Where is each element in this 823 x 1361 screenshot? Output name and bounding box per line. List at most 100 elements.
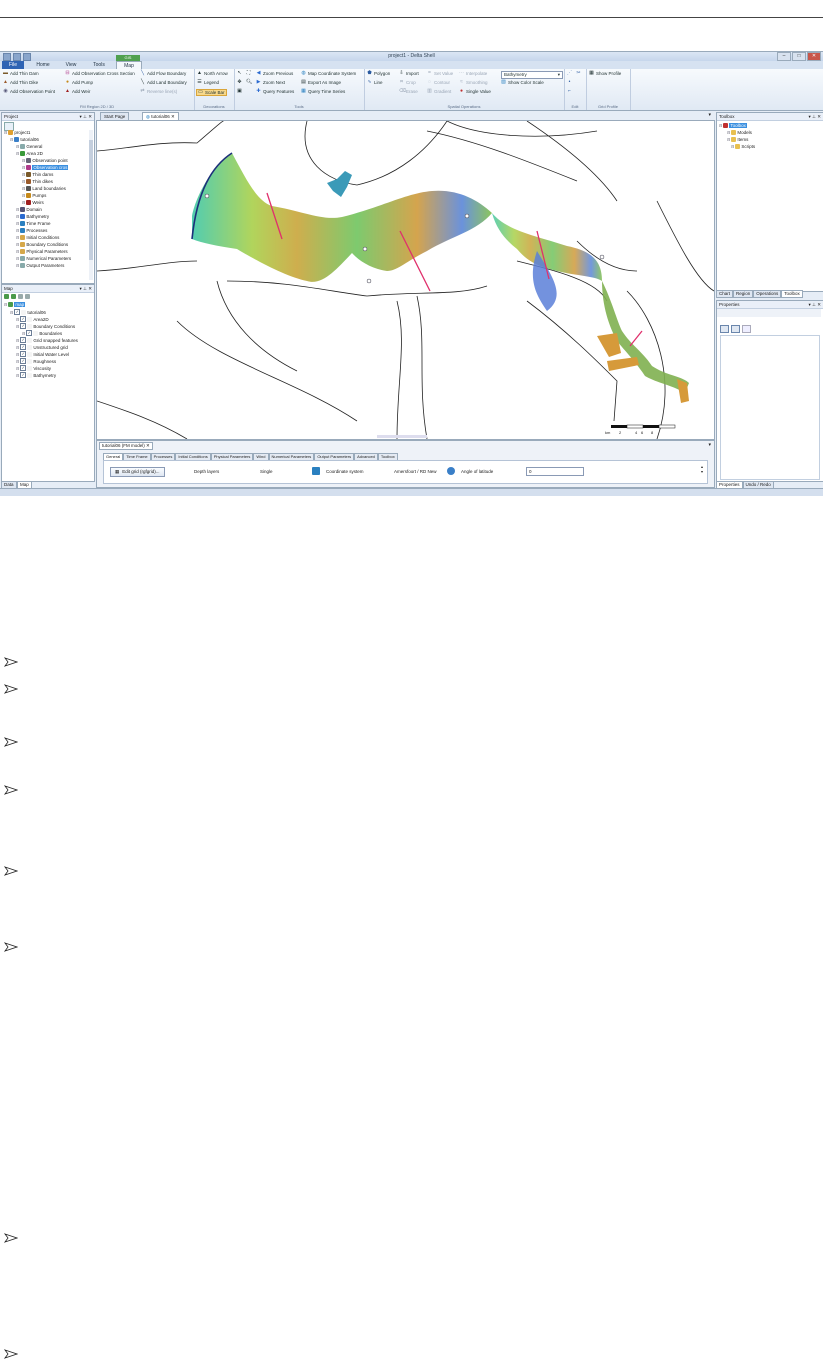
project-tree-node[interactable]: ⊟ Bathymetry xyxy=(16,214,49,219)
query-features-button[interactable]: ✚ Query Features xyxy=(256,89,294,95)
expand-toggle-icon[interactable]: ⊟ xyxy=(22,193,25,198)
editor-title-tab[interactable]: tutorial06 (FM model) ✕ xyxy=(99,442,153,450)
set-value-button[interactable]: = Set Value xyxy=(427,71,453,77)
close-button[interactable]: ✕ xyxy=(807,52,821,61)
project-tree-node[interactable]: ⊟ Pumps xyxy=(22,193,46,198)
visibility-checkbox[interactable]: ✓ xyxy=(20,344,27,350)
expand-toggle-icon[interactable]: ⊟ xyxy=(16,373,19,378)
tab-start-page[interactable]: Start Page xyxy=(100,112,130,120)
expand-toggle-icon[interactable]: ⊟ xyxy=(4,130,7,135)
expand-toggle-icon[interactable]: ⊟ xyxy=(16,228,19,233)
categorized-icon[interactable] xyxy=(720,325,729,333)
map-horizontal-scroll[interactable] xyxy=(377,435,427,438)
single-value-button[interactable]: ● Single Value xyxy=(459,89,491,95)
map-layer-node[interactable]: ⊟ ✓ Initial Water Level xyxy=(16,351,69,357)
map-coordinate-system-button[interactable]: ◍ Map Coordinate System xyxy=(301,71,356,77)
tab-operations[interactable]: Operations xyxy=(753,290,782,298)
zoom-previous-button[interactable]: ◀ Zoom Previous xyxy=(256,71,294,77)
visibility-checkbox[interactable]: ✓ xyxy=(20,351,27,357)
expand-toggle-icon[interactable]: ⊟ xyxy=(4,302,7,307)
close-icon[interactable]: ✕ xyxy=(170,114,175,119)
edit-grid-button[interactable]: ▦ Edit grid (rgfgrid)... xyxy=(110,467,165,477)
toolbox-tree-node[interactable]: ⊟ Models xyxy=(727,130,752,135)
toolbox-tree-node[interactable]: ⊟ Scripts xyxy=(731,144,755,149)
remove-vertex-tool[interactable]: ⌐ xyxy=(567,89,572,94)
maximize-button[interactable]: □ xyxy=(792,52,806,61)
expand-toggle-icon[interactable]: ⊟ xyxy=(22,186,25,191)
map-layer-node[interactable]: ⊟ ✓ Boundary Conditions xyxy=(16,323,75,329)
map-layer-node[interactable]: ⊟ ✓ Boundaries xyxy=(22,330,62,336)
edit-vertex-tool[interactable]: ⋰ xyxy=(567,71,572,76)
map-layer-node[interactable]: ⊟ ✓ Bathymetry xyxy=(16,372,56,378)
add-group-icon[interactable] xyxy=(11,294,16,299)
toolbox-tree-node[interactable]: ⊟ Items xyxy=(727,137,748,142)
expand-toggle-icon[interactable]: ⊟ xyxy=(16,366,19,371)
expand-toggle-icon[interactable]: ⊟ xyxy=(16,352,19,357)
add-observation-cross-section-button[interactable]: ⊟ Add Observation Cross Section xyxy=(65,71,134,77)
visibility-checkbox[interactable]: ✓ xyxy=(20,323,27,329)
project-tree-node[interactable]: ⊟ Area 2D xyxy=(16,151,43,156)
add-observation-point-button[interactable]: ◉ Add Observation Point xyxy=(3,89,55,95)
map-layer-node[interactable]: ⊟ ✓ Area2D xyxy=(16,316,49,322)
visibility-checkbox[interactable]: ✓ xyxy=(20,365,27,371)
editor-menu-icon[interactable]: ▾ xyxy=(708,442,711,448)
project-tree-node[interactable]: ⊟ General xyxy=(16,144,42,149)
zoom-next-button[interactable]: ▶ Zoom Next xyxy=(256,80,285,86)
scrollbar[interactable] xyxy=(89,130,93,280)
query-time-series-button[interactable]: ▦ Query Time Series xyxy=(301,89,345,95)
project-tree-node[interactable]: ⊟ Thin dams xyxy=(22,172,53,177)
visibility-checkbox[interactable]: ✓ xyxy=(14,309,21,315)
visibility-checkbox[interactable]: ✓ xyxy=(26,330,33,336)
interpolate-button[interactable]: ⋯ Interpolate xyxy=(459,71,487,77)
scale-bar-button[interactable]: ▭ Scale Bar xyxy=(196,89,227,96)
tab-chart[interactable]: Chart xyxy=(716,290,734,298)
smoothing-button[interactable]: ≈ Smoothing xyxy=(459,80,487,86)
expand-toggle-icon[interactable]: ⊟ xyxy=(16,249,19,254)
visibility-checkbox[interactable]: ✓ xyxy=(20,337,27,343)
tab-home[interactable]: Home xyxy=(32,61,54,69)
zoom-tool[interactable]: 🔍︎ xyxy=(246,80,252,85)
project-tree-node[interactable]: ⊟ Land boundaries xyxy=(22,186,66,191)
add-thin-dike-button[interactable]: ▲ Add Thin Dike xyxy=(3,80,38,86)
panel-controls[interactable]: ▾ ⊥ ✕ xyxy=(809,301,821,308)
zoom-to-layer-icon[interactable] xyxy=(25,294,30,299)
angle-of-latitude-input[interactable]: 0 xyxy=(526,467,584,476)
expand-toggle-icon[interactable]: ⊟ xyxy=(16,207,19,212)
expand-toggle-icon[interactable]: ⊟ xyxy=(16,151,19,156)
tab-view[interactable]: View xyxy=(60,61,82,69)
expand-toggle-icon[interactable]: ⊟ xyxy=(22,158,25,163)
expand-toggle-icon[interactable]: ⊟ xyxy=(731,144,734,149)
expand-toggle-icon[interactable]: ⊟ xyxy=(719,123,722,128)
show-color-scale-button[interactable]: ▨ Show Color Scale xyxy=(501,80,544,86)
tab-region[interactable]: Region xyxy=(733,290,754,298)
tab-file[interactable]: File xyxy=(2,61,24,69)
measure-tool[interactable]: ▣ xyxy=(237,89,242,94)
split-tool[interactable]: ✂ xyxy=(576,71,581,76)
minimize-button[interactable]: – xyxy=(777,52,791,61)
map-layer-node[interactable]: ⊟ ✓ Roughness xyxy=(16,358,56,364)
tab-tools[interactable]: Tools xyxy=(88,61,110,69)
visibility-checkbox[interactable]: ✓ xyxy=(20,316,27,322)
map-layer-node[interactable]: ⊟ ✓ Viscosity xyxy=(16,365,51,371)
expand-toggle-icon[interactable]: ⊟ xyxy=(727,137,730,142)
visibility-checkbox[interactable]: ✓ xyxy=(20,358,27,364)
expand-toggle-icon[interactable]: ⊟ xyxy=(22,172,25,177)
add-pump-button[interactable]: ● Add Pump xyxy=(65,80,93,86)
project-tree-node[interactable]: ⊟ Thin dikes xyxy=(22,179,53,184)
line-button[interactable]: ∿ Line xyxy=(367,80,382,86)
add-thin-dam-button[interactable]: ▬ Add Thin Dam xyxy=(3,71,39,77)
expand-toggle-icon[interactable]: ⊟ xyxy=(727,130,730,135)
expand-toggle-icon[interactable]: ⊟ xyxy=(10,310,13,315)
layer-select[interactable]: Bathymetry ▾ xyxy=(501,71,563,79)
add-land-boundary-button[interactable]: ╲ Add Land Boundary xyxy=(140,80,187,86)
expand-toggle-icon[interactable]: ⊟ xyxy=(22,179,25,184)
show-profile-button[interactable]: ▦ Show Profile xyxy=(589,71,621,77)
expand-toggle-icon[interactable]: ⊟ xyxy=(22,331,25,336)
add-flow-boundary-button[interactable]: ╲ Add Flow Boundary xyxy=(140,71,186,77)
expand-toggle-icon[interactable]: ⊟ xyxy=(16,345,19,350)
toolbox-tree-node[interactable]: ⊟ Toolbox xyxy=(719,123,747,128)
project-tree-node[interactable]: ⊟ project1 xyxy=(4,130,30,135)
map-layer-node[interactable]: ⊟ ✓ Grid snapped features xyxy=(16,337,78,343)
expand-toggle-icon[interactable]: ⊟ xyxy=(16,359,19,364)
polygon-button[interactable]: ⬟ Polygon xyxy=(367,71,390,77)
